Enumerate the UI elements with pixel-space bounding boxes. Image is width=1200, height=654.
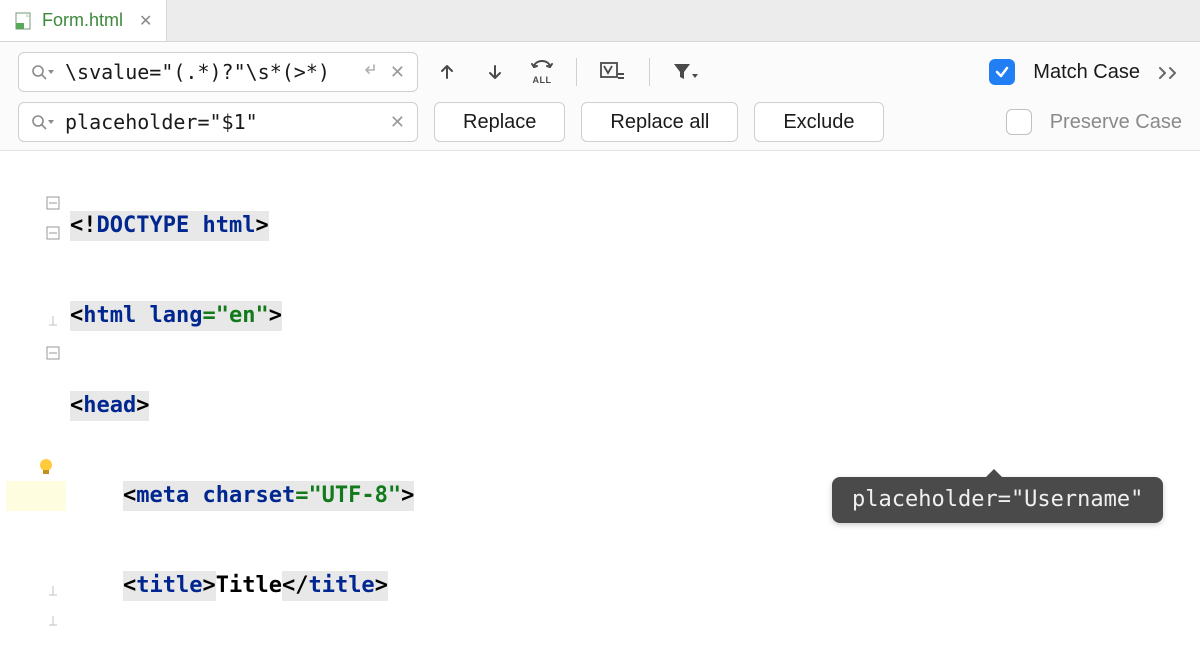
filter-icon[interactable] [672, 59, 698, 85]
fold-end-icon[interactable] [46, 579, 60, 593]
select-all-icon[interactable]: ALL [530, 59, 554, 85]
match-case-label: Match Case [1033, 61, 1140, 84]
html-file-icon [14, 11, 34, 31]
find-input[interactable] [65, 60, 350, 84]
exclude-button[interactable]: Exclude [754, 102, 883, 142]
search-icon[interactable] [31, 114, 55, 130]
fold-icon[interactable] [46, 189, 60, 203]
file-tab-label: Form.html [42, 10, 123, 31]
replace-all-button[interactable]: Replace all [581, 102, 738, 142]
fold-end-icon[interactable] [46, 309, 60, 323]
fold-icon[interactable] [46, 219, 60, 233]
prev-match-icon[interactable] [434, 59, 460, 85]
toolbar-divider [649, 58, 650, 86]
preserve-case-checkbox[interactable] [1006, 109, 1032, 135]
toolbar-divider [576, 58, 577, 86]
intention-bulb-icon[interactable] [36, 456, 56, 476]
find-replace-bar: ✕ ALL Match Case ✕ Replace Replace all [0, 42, 1200, 151]
find-input-wrap: ✕ [18, 52, 418, 92]
close-tab-icon[interactable]: ✕ [139, 11, 152, 31]
select-occurrences-icon[interactable] [599, 59, 627, 85]
clear-find-icon[interactable]: ✕ [390, 62, 405, 83]
replace-options: Preserve Case [1006, 109, 1182, 135]
file-tab[interactable]: Form.html ✕ [0, 0, 167, 41]
code-area[interactable]: <!DOCTYPE html> <html lang="en"> <head> … [66, 151, 1200, 653]
replace-input-wrap: ✕ [18, 102, 418, 142]
fold-icon[interactable] [46, 339, 60, 353]
match-case-checkbox[interactable] [989, 59, 1015, 85]
fold-end-icon[interactable] [46, 609, 60, 623]
find-nav: ALL [434, 58, 698, 86]
find-options: Match Case [989, 59, 1182, 85]
clear-replace-icon[interactable]: ✕ [390, 112, 405, 133]
code-editor[interactable]: <!DOCTYPE html> <html lang="en"> <head> … [0, 151, 1200, 653]
more-options-icon[interactable] [1158, 65, 1182, 79]
enter-icon [360, 62, 380, 83]
next-match-icon[interactable] [482, 59, 508, 85]
search-icon[interactable] [31, 64, 55, 80]
editor-gutter [6, 151, 66, 653]
replace-input[interactable] [65, 110, 380, 134]
replace-preview-tooltip: placeholder="Username" [832, 477, 1163, 523]
editor-tab-bar: Form.html ✕ [0, 0, 1200, 42]
preserve-case-label: Preserve Case [1050, 111, 1182, 134]
replace-button[interactable]: Replace [434, 102, 565, 142]
